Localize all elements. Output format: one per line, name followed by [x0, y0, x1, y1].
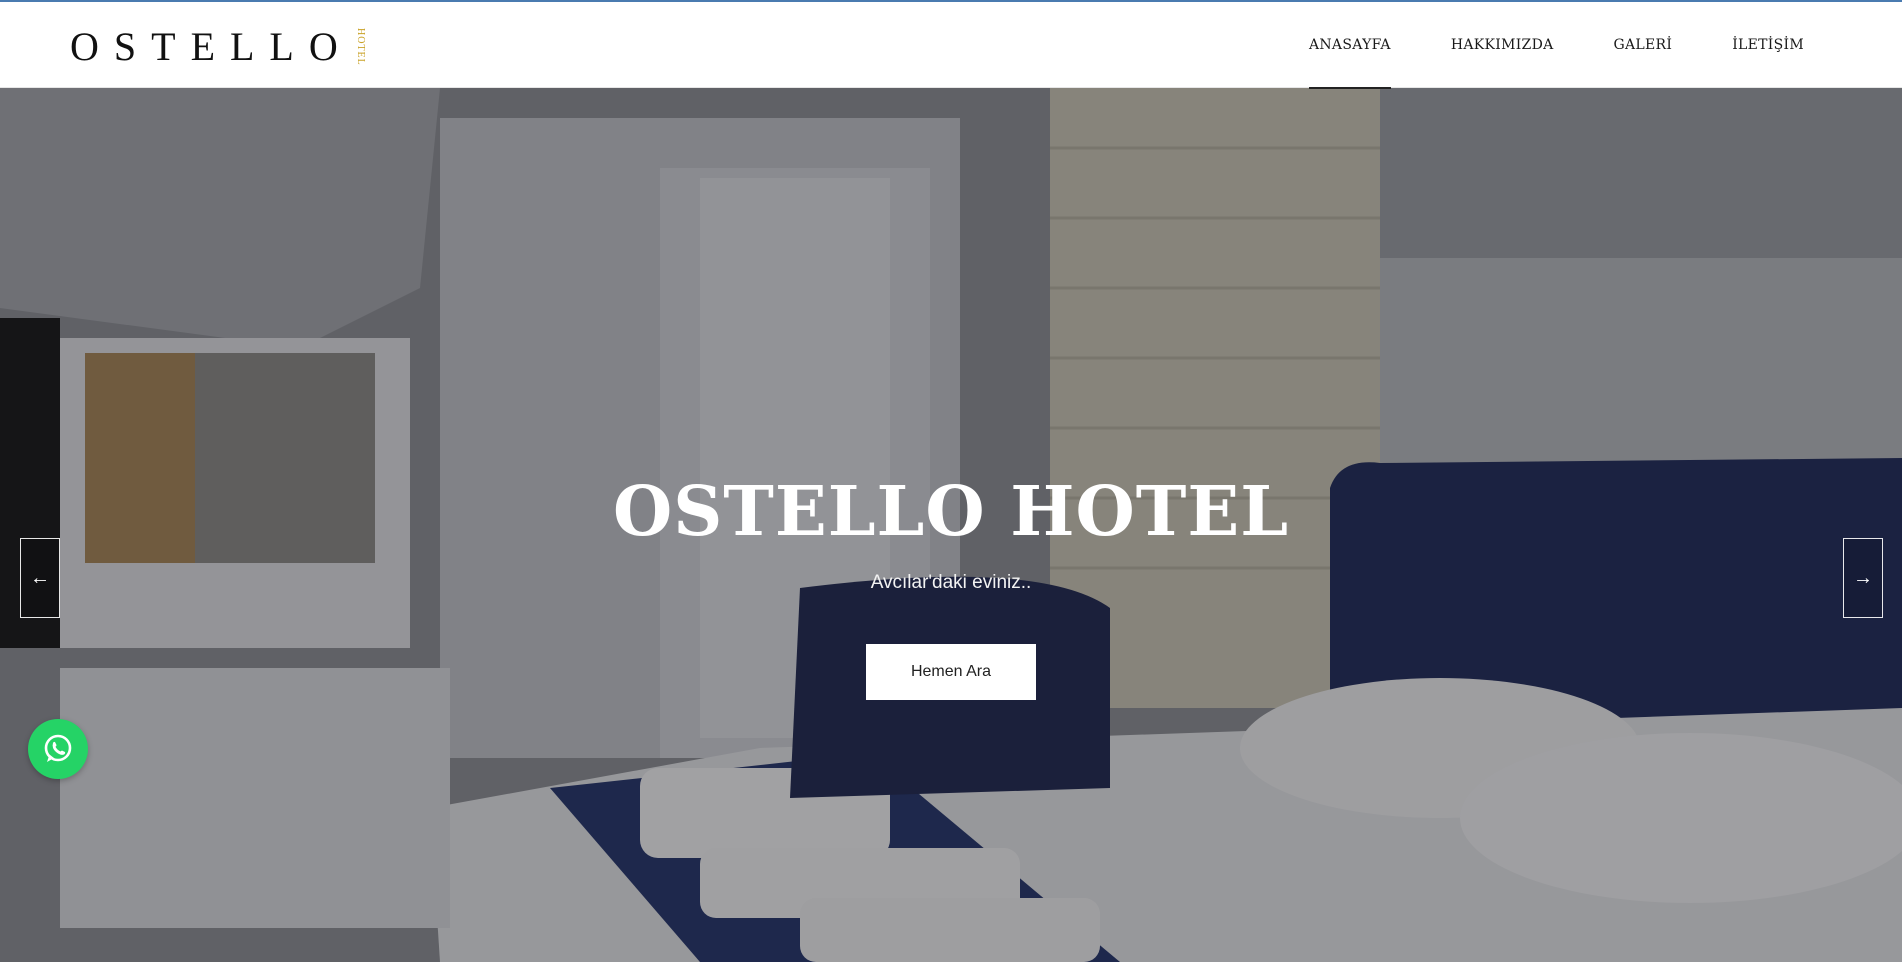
nav-item-galeri[interactable]: GALERİ — [1614, 2, 1673, 88]
slider-next-button[interactable]: → — [1843, 538, 1883, 618]
arrow-left-icon: ← — [30, 566, 50, 589]
hero-subtitle: Avcılar'daki eviniz.. — [870, 572, 1032, 593]
hero-slider: OSTELLO HOTEL Avcılar'daki eviniz.. Heme… — [0, 88, 1902, 962]
slider-prev-button[interactable]: ← — [20, 538, 60, 618]
nav-item-hakkimizda[interactable]: HAKKIMIZDA — [1451, 2, 1554, 88]
hero-title: OSTELLO HOTEL — [612, 472, 1290, 552]
nav-item-anasayfa[interactable]: ANASAYFA — [1308, 2, 1391, 89]
nav-item-iletisim[interactable]: İLETİŞİM — [1732, 2, 1804, 88]
whatsapp-button[interactable] — [28, 719, 88, 779]
main-nav: ANASAYFA HAKKIMIZDA GALERİ İLETİŞİM — [1308, 2, 1804, 89]
arrow-right-icon: → — [1853, 566, 1873, 589]
whatsapp-icon — [44, 734, 72, 762]
logo-subtext: HOTEL — [354, 28, 366, 66]
site-logo[interactable]: OSTELLO HOTEL — [70, 22, 366, 72]
site-header: OSTELLO HOTEL ANASAYFA HAKKIMIZDA GALERİ… — [0, 0, 1902, 89]
logo-wordmark: OSTELLO — [70, 24, 353, 69]
call-now-button[interactable]: Hemen Ara — [866, 644, 1036, 700]
